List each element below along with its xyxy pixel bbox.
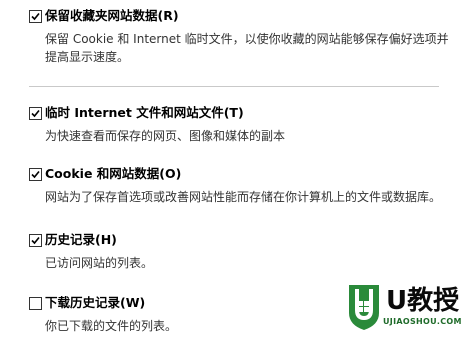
option-cookies: Cookie 和网站数据(O) 网站为了保存首选项或改善网站性能而存储在你计算机… xyxy=(29,166,454,206)
preserve-favorites-label[interactable]: 保留收藏夹网站数据(R) xyxy=(45,8,179,24)
option-preserve-favorites-data: 保留收藏夹网站数据(R) 保留 Cookie 和 Internet 临时文件，以… xyxy=(29,8,454,66)
watermark-url: UJIAOSHOU.COM xyxy=(383,317,462,326)
cookies-description: 网站为了保存首选项或改善网站性能而存储在你计算机上的文件或数据库。 xyxy=(45,190,442,204)
separator xyxy=(29,86,439,87)
option-header: 临时 Internet 文件和网站文件(T) xyxy=(29,105,454,123)
temporary-files-description: 为快速查看而保存的网页、图像和媒体的副本 xyxy=(45,129,286,143)
history-description: 已访问网站的列表。 xyxy=(45,256,154,270)
download-history-label[interactable]: 下载历史记录(W) xyxy=(45,295,145,311)
checkmark-icon xyxy=(31,170,40,179)
cookies-checkbox[interactable] xyxy=(29,168,42,181)
option-temporary-internet-files: 临时 Internet 文件和网站文件(T) 为快速查看而保存的网页、图像和媒体… xyxy=(29,105,454,145)
preserve-favorites-description: 保留 Cookie 和 Internet 临时文件，以使你收藏的网站能够保存偏好… xyxy=(45,32,449,64)
checkmark-icon xyxy=(31,12,40,21)
option-header: Cookie 和网站数据(O) xyxy=(29,166,454,184)
checkmark-icon xyxy=(31,236,40,245)
temporary-files-checkbox[interactable] xyxy=(29,107,42,120)
option-header: 保留收藏夹网站数据(R) xyxy=(29,8,454,26)
watermark-brand: U教授 xyxy=(386,286,460,316)
watermark-logo: U教授 UJIAOSHOU.COM xyxy=(345,283,462,337)
option-history: 历史记录(H) 已访问网站的列表。 xyxy=(29,232,454,272)
download-history-checkbox[interactable] xyxy=(29,297,42,310)
history-checkbox[interactable] xyxy=(29,234,42,247)
cookies-label[interactable]: Cookie 和网站数据(O) xyxy=(45,166,181,182)
shield-windows-icon xyxy=(349,285,379,330)
history-label[interactable]: 历史记录(H) xyxy=(45,232,117,248)
temporary-files-label[interactable]: 临时 Internet 文件和网站文件(T) xyxy=(45,105,244,121)
option-header: 历史记录(H) xyxy=(29,232,454,250)
preserve-favorites-checkbox[interactable] xyxy=(29,10,42,23)
checkmark-icon xyxy=(31,109,40,118)
delete-browsing-history-dialog: 保留收藏夹网站数据(R) 保留 Cookie 和 Internet 临时文件，以… xyxy=(0,0,463,337)
